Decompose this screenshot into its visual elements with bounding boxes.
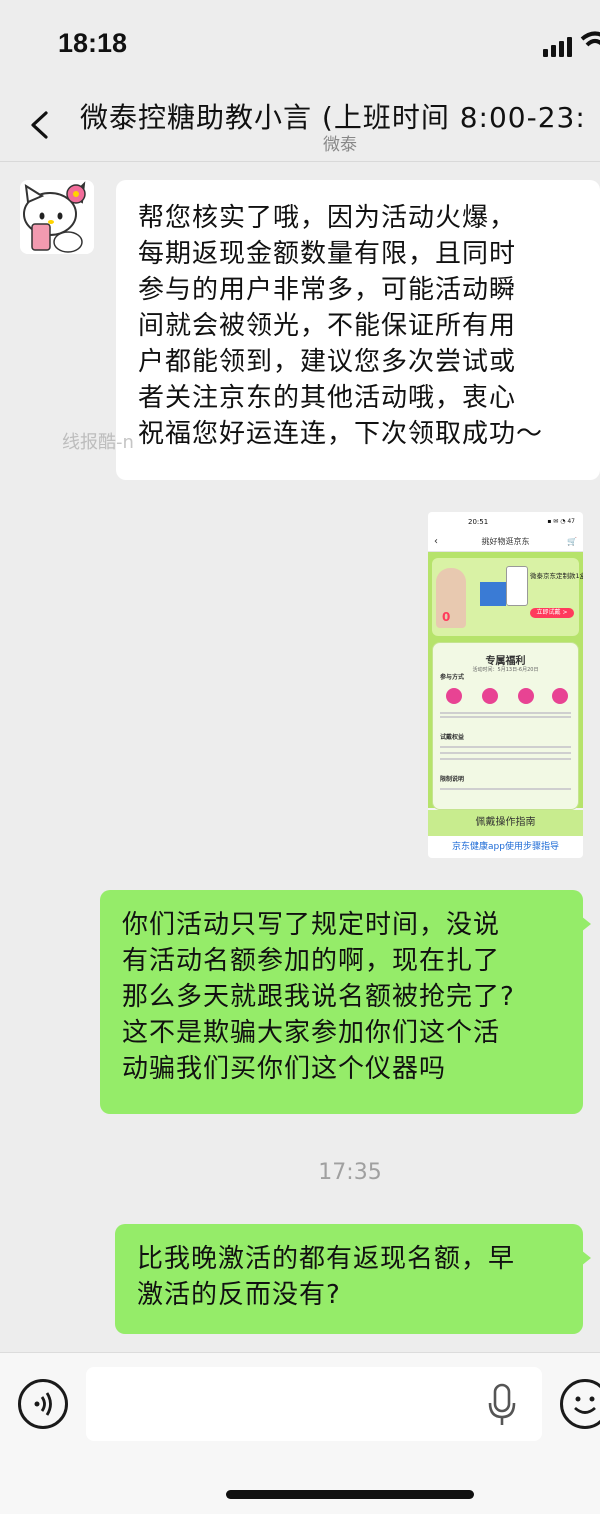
- chat-subtitle: 微泰: [323, 135, 357, 155]
- image-text-line: [440, 712, 571, 714]
- message-line: 间就会被领光，不能保证所有用: [138, 311, 517, 341]
- image-status-time: 20:51: [468, 518, 489, 526]
- status-time: 18:18: [58, 28, 128, 58]
- image-status-icons: ▪ ✉ ◔ 47: [547, 518, 575, 525]
- image-status-bar: 20:51 ▪ ✉ ◔ 47: [428, 512, 583, 532]
- message-line: 动骗我们买你们这个仪器吗: [122, 1054, 447, 1084]
- message-line: 者关注京东的其他活动哦，衷心: [138, 383, 517, 413]
- image-banner-title: 微泰京东定制款1盒装: [530, 572, 583, 580]
- message-line: 这不是欺骗大家参加你们这个活: [122, 1018, 501, 1048]
- image-text-line: [440, 788, 571, 790]
- shared-screenshot-image[interactable]: 20:51 ▪ ✉ ◔ 47 ‹ 挑好物逛京东 🛒 微泰京东定制款1盒装 0 立…: [428, 512, 583, 858]
- contact-avatar[interactable]: [20, 180, 94, 254]
- message-bubble-incoming[interactable]: 帮您核实了哦，因为活动火爆， 每期返现金额数量有限，且同时 参与的用户非常多，可…: [116, 180, 600, 480]
- watermark: 线报酷-n: [62, 432, 134, 453]
- signal-icon: [543, 35, 573, 57]
- image-section-limit: 限制说明: [440, 776, 465, 783]
- image-section-join: 参与方式: [440, 674, 465, 681]
- message-line: 帮您核实了哦，因为活动火爆，: [138, 203, 517, 233]
- message-line: 激活的反而没有?: [137, 1280, 341, 1310]
- message-timestamp: 17:35: [318, 1160, 382, 1185]
- image-cart-icon: 🛒: [567, 537, 577, 546]
- message-line: 祝福您好运连连，下次领取成功～: [138, 419, 544, 449]
- message-line: 有活动名额参加的啊，现在扎了: [122, 946, 501, 976]
- image-text-line: [440, 752, 571, 754]
- image-person-figure: [436, 568, 466, 628]
- message-line: 那么多天就跟我说名额被抢完了?: [122, 982, 515, 1012]
- wifi-icon: [580, 31, 600, 47]
- message-line: 比我晚激活的都有返现名额，早: [137, 1244, 516, 1274]
- image-nav-bar: ‹ 挑好物逛京东 🛒: [428, 532, 583, 552]
- microphone-icon[interactable]: [486, 1383, 518, 1427]
- image-price: 0: [442, 610, 451, 624]
- image-text-line: [440, 746, 571, 748]
- emoji-icon[interactable]: [560, 1379, 600, 1429]
- smile-face-icon: [574, 1396, 596, 1414]
- image-steps: [442, 688, 569, 708]
- message-bubble-outgoing[interactable]: 比我晚激活的都有返现名额，早 激活的反而没有?: [115, 1224, 591, 1334]
- home-indicator: [226, 1490, 474, 1499]
- message-bubble-outgoing[interactable]: 你们活动只写了规定时间，没说 有活动名额参加的啊，现在扎了 那么多天就跟我说名额…: [100, 890, 591, 1114]
- image-card-title: 专属福利: [485, 656, 526, 667]
- image-footer-link: 京东健康app使用步骤指导: [428, 836, 583, 858]
- image-nav-title: 挑好物逛京东: [481, 537, 530, 546]
- image-product-box: [480, 582, 506, 606]
- message-line: 参与的用户非常多，可能活动瞬: [138, 275, 517, 305]
- message-line: 户都能领到，建议您多次尝试或: [138, 347, 517, 377]
- voice-wave-icon: [34, 1392, 52, 1416]
- status-bar: 18:18: [0, 0, 600, 90]
- message-line: 每期返现金额数量有限，且同时: [138, 239, 517, 269]
- image-back-icon: ‹: [434, 536, 438, 547]
- image-guide-banner: 佩戴操作指南: [428, 810, 583, 836]
- image-text-line: [440, 716, 571, 718]
- image-phone-figure: [506, 566, 528, 606]
- chat-header: 微泰控糖助教小言 (上班时间 8:00-23: 微泰: [0, 90, 600, 162]
- hello-kitty-avatar-image: [20, 180, 94, 254]
- image-text-line: [440, 758, 571, 760]
- message-line: 你们活动只写了规定时间，没说: [122, 910, 501, 940]
- message-input[interactable]: [86, 1367, 542, 1441]
- image-trial-button: 立即试戴 >: [530, 608, 574, 618]
- voice-icon[interactable]: [18, 1379, 68, 1429]
- image-section-benefit: 试戴权益: [440, 734, 465, 741]
